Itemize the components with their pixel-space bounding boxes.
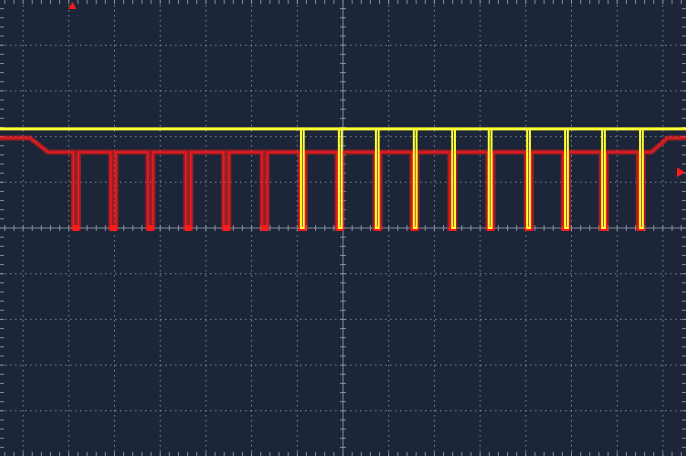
oscilloscope-screen <box>0 0 686 456</box>
ch2-pulse-low <box>261 225 269 231</box>
ch2-pulse-low <box>109 225 117 231</box>
ch2-pulse-low <box>72 225 80 231</box>
ch2-pulse-low <box>184 225 192 231</box>
ch2-pulse-low <box>146 225 154 231</box>
ch2-pulse-low <box>222 225 230 231</box>
